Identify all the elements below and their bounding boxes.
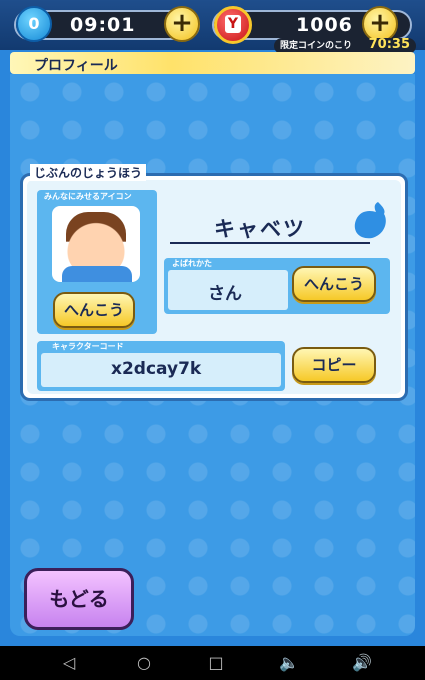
volume-up-icon[interactable]: 🔊 xyxy=(352,653,372,673)
icon-section-label: みんなにみせるアイコン xyxy=(44,192,132,201)
title-bar: プロフィール xyxy=(10,52,415,74)
character-code-label: キャラクターコード xyxy=(52,342,124,351)
stamina-icon: 0 xyxy=(16,6,52,42)
honorific-field: さん xyxy=(168,270,288,310)
honorific-label: よばれかた xyxy=(172,259,212,268)
system-navigation-bar: ◁ ○ □ 🔈 🔊 xyxy=(0,646,425,680)
avatar[interactable] xyxy=(52,206,140,282)
stamina-timer: 09:01 xyxy=(70,14,136,36)
profile-card-heading: じぶんのじょうほう xyxy=(30,164,147,181)
add-stamina-button[interactable]: + xyxy=(164,6,200,42)
avatar-shirt xyxy=(62,266,132,282)
nav-back-icon[interactable]: ◁ xyxy=(59,653,79,673)
nav-home-icon[interactable]: ○ xyxy=(134,653,154,673)
volume-down-icon[interactable]: 🔈 xyxy=(279,653,299,673)
honorific-value: さん xyxy=(208,284,242,304)
page-title: プロフィール xyxy=(34,58,118,74)
character-code-value: x2dcay7k xyxy=(111,359,202,379)
player-name: キャベツ xyxy=(214,217,306,241)
coin-count: 1006 xyxy=(296,14,353,36)
back-button[interactable]: もどる xyxy=(24,568,134,630)
name-underline xyxy=(170,242,370,244)
change-icon-button[interactable]: へんこう xyxy=(53,292,135,328)
change-honorific-button[interactable]: へんこう xyxy=(292,266,376,302)
coin-icon: Y xyxy=(214,6,252,44)
character-code-field: x2dcay7k xyxy=(41,353,281,387)
limited-coin-time: 70:35 xyxy=(368,37,410,52)
nav-recent-apps-icon[interactable]: □ xyxy=(206,653,226,673)
water-drop-icon xyxy=(354,202,386,239)
copy-button[interactable]: コピー xyxy=(292,347,376,383)
top-hud: 09:01 0 + 1006 Y + 限定コインのこり 70:35 xyxy=(0,0,425,54)
